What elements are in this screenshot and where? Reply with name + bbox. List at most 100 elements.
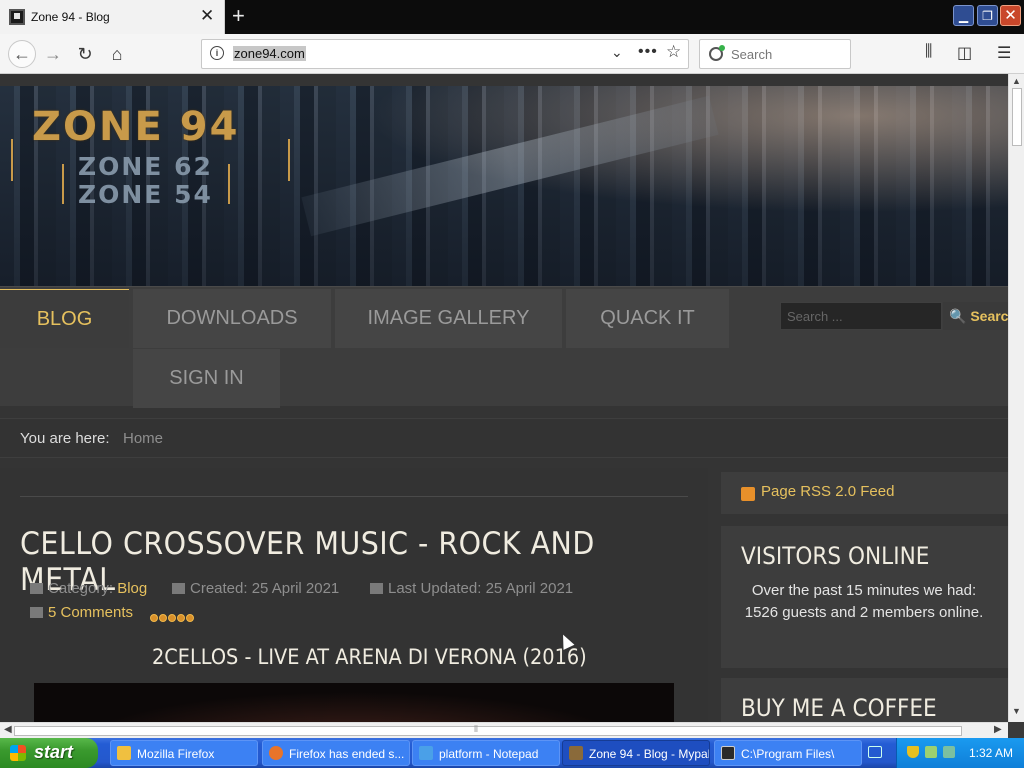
address-bar[interactable]: i zone94.com ⌄ ••• ☆ xyxy=(201,39,689,69)
reload-icon[interactable]: ↻ xyxy=(73,42,97,66)
rss-link[interactable]: Page RSS 2.0 Feed xyxy=(761,483,894,500)
star-icon xyxy=(177,614,185,622)
keyboard-icon[interactable] xyxy=(868,746,882,758)
scroll-up-icon[interactable]: ▲ xyxy=(1012,76,1021,86)
home-icon[interactable]: ⌂ xyxy=(105,42,129,66)
visitors-online-box: VISITORS ONLINE Over the past 15 minutes… xyxy=(721,526,1008,668)
browser-search-placeholder: Search xyxy=(731,47,773,62)
clock[interactable]: 1:32 AM xyxy=(969,746,1013,760)
start-button[interactable]: start xyxy=(0,738,98,768)
scroll-right-icon[interactable]: ▶ xyxy=(994,724,1002,735)
category-link[interactable]: Blog xyxy=(117,580,147,597)
library-icon[interactable]: ⫼ xyxy=(925,43,932,61)
new-tab-icon[interactable]: + xyxy=(232,3,245,29)
menu-item-sign-in[interactable]: SIGN IN xyxy=(133,349,280,408)
site-search-input[interactable]: Search ... xyxy=(780,302,942,330)
calendar-edit-icon xyxy=(370,583,383,594)
site-logo[interactable]: ZONE 94 xyxy=(32,104,239,150)
updated-date: Last Updated: 25 April 2021 xyxy=(388,580,574,597)
scroll-down-icon[interactable]: ▼ xyxy=(1012,706,1021,716)
menu-item-blog[interactable]: BLOG xyxy=(0,289,129,348)
site-search-button[interactable]: 🔍 Search xyxy=(943,302,1008,330)
minimize-window-button[interactable]: ▁ xyxy=(953,5,974,26)
breadcrumb-label: You are here: xyxy=(20,430,110,447)
comment-icon xyxy=(30,607,43,618)
web-page: ZONE 94 ZONE 62 ZONE 54 BLOG DOWNLOADS I… xyxy=(0,74,1008,722)
star-icon xyxy=(150,614,158,622)
scroll-left-icon[interactable]: ◀ xyxy=(4,724,12,735)
breadcrumb-home[interactable]: Home xyxy=(123,430,163,447)
rss-icon xyxy=(741,487,755,501)
search-icon: 🔍 xyxy=(949,308,967,324)
taskbar: start Mozilla Firefox Firefox has ended … xyxy=(0,738,1024,768)
vertical-scrollbar[interactable]: ▲ ▼ xyxy=(1008,74,1024,722)
firefox-icon xyxy=(269,746,283,760)
category-label: Category: xyxy=(48,580,114,597)
forward-icon[interactable]: → xyxy=(41,42,65,66)
active-tab[interactable]: Zone 94 - Blog ✕ xyxy=(0,0,225,34)
star-icon xyxy=(168,614,176,622)
menu-item-downloads[interactable]: DOWNLOADS xyxy=(133,289,331,348)
menu-item-image-gallery[interactable]: IMAGE GALLERY xyxy=(335,289,562,348)
star-icon xyxy=(186,614,194,622)
task-label: Mozilla Firefox xyxy=(137,747,215,761)
horizontal-scrollbar[interactable]: ◀ ⦀ ▶ xyxy=(0,722,1008,738)
task-label: platform - Notepad xyxy=(439,747,539,761)
visitors-text: Over the past 15 minutes we had: 1526 gu… xyxy=(744,582,984,621)
bookmark-star-icon[interactable]: ☆ xyxy=(666,42,681,62)
task-label: C:\Program Files\ xyxy=(741,747,835,761)
coffee-heading: BUY ME A COFFEE xyxy=(741,694,937,722)
task-label: Zone 94 - Blog - Mypal xyxy=(589,747,710,761)
volume-icon[interactable] xyxy=(943,746,955,758)
windows-logo-icon xyxy=(10,745,26,761)
taskbar-item-mypal[interactable]: Zone 94 - Blog - Mypal xyxy=(562,740,710,766)
site-search-placeholder: Search ... xyxy=(787,309,843,324)
comments-link[interactable]: 5 Comments xyxy=(48,604,133,621)
site-info-icon[interactable]: i xyxy=(210,46,224,60)
start-label: start xyxy=(34,742,74,762)
breadcrumb: You are here: Home xyxy=(0,418,1008,458)
chevron-down-icon[interactable]: ⌄ xyxy=(611,44,623,61)
network-icon[interactable] xyxy=(925,746,937,758)
horizontal-scroll-thumb[interactable] xyxy=(14,726,962,736)
mypal-icon xyxy=(569,746,583,760)
video-embed[interactable] xyxy=(34,683,674,722)
restore-window-button[interactable]: ❐ xyxy=(977,5,998,26)
taskbar-item-firefox-crash[interactable]: Firefox has ended s... xyxy=(262,740,410,766)
notepad-icon xyxy=(419,746,433,760)
taskbar-item-notepad[interactable]: platform - Notepad xyxy=(412,740,560,766)
article-created: Created: 25 April 2021 xyxy=(172,580,339,597)
search-engine-icon xyxy=(709,45,725,61)
close-window-button[interactable]: ✕ xyxy=(1000,5,1021,26)
url-text[interactable]: zone94.com xyxy=(233,46,306,61)
article-category: Category: Blog xyxy=(30,580,147,597)
rating-stars[interactable] xyxy=(150,609,195,627)
hamburger-menu-icon[interactable]: ☰ xyxy=(997,43,1011,63)
sidebar-icon[interactable]: ◫ xyxy=(957,43,972,63)
article-divider xyxy=(20,496,688,497)
vertical-scroll-thumb[interactable] xyxy=(1012,88,1022,146)
folder-icon xyxy=(117,746,131,760)
star-icon xyxy=(159,614,167,622)
scroll-grip-icon: ⦀ xyxy=(474,724,478,734)
created-date: Created: 25 April 2021 xyxy=(190,580,340,597)
site-favicon-icon xyxy=(9,9,25,25)
calendar-icon xyxy=(172,583,185,594)
browser-search-input[interactable]: Search xyxy=(699,39,851,69)
close-tab-icon[interactable]: ✕ xyxy=(200,6,214,26)
taskbar-item-cmd[interactable]: C:\Program Files\ xyxy=(714,740,862,766)
back-icon[interactable]: ← xyxy=(8,40,36,68)
site-search-button-label: Search xyxy=(970,308,1008,324)
visitors-heading: VISITORS ONLINE xyxy=(741,542,930,570)
article-comments[interactable]: 5 Comments xyxy=(30,604,133,621)
shield-icon[interactable] xyxy=(907,746,919,758)
taskbar-item-firefox[interactable]: Mozilla Firefox xyxy=(110,740,258,766)
command-prompt-icon xyxy=(721,746,735,760)
article-subtitle: 2CELLOS - LIVE AT ARENA DI VERONA (2016) xyxy=(152,645,587,669)
folder-icon xyxy=(30,583,43,594)
system-tray: 1:32 AM xyxy=(896,738,1024,768)
article-updated: Last Updated: 25 April 2021 xyxy=(370,580,573,597)
page-actions-icon[interactable]: ••• xyxy=(638,43,658,61)
task-label: Firefox has ended s... xyxy=(289,747,405,761)
menu-item-quack-it[interactable]: QUACK IT xyxy=(566,289,729,348)
